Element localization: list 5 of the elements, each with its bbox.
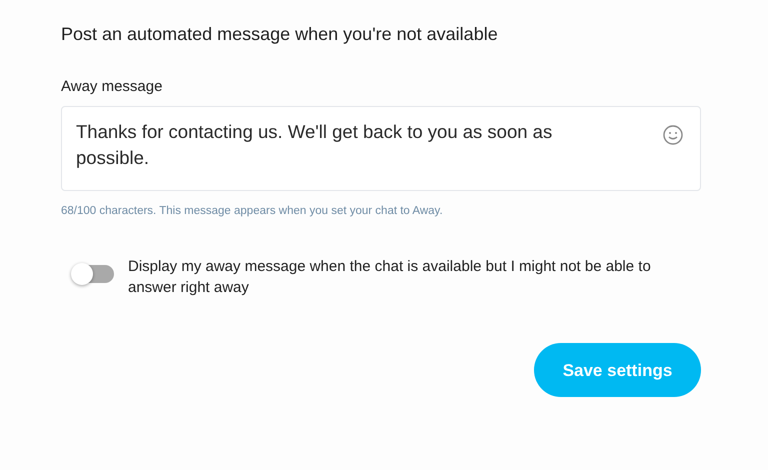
- toggle-label: Display my away message when the chat is available but I might not be able to answer right away: [128, 257, 652, 298]
- message-field[interactable]: Thanks for contacting us. We'll get back to you as soon as possible.: [61, 106, 701, 192]
- section-heading: Post an automated message when you're not available: [61, 24, 499, 46]
- field-label: Away message: [61, 76, 164, 97]
- help-text: 68/100 characters. This message appears when you set your chat to Away.: [61, 204, 444, 220]
